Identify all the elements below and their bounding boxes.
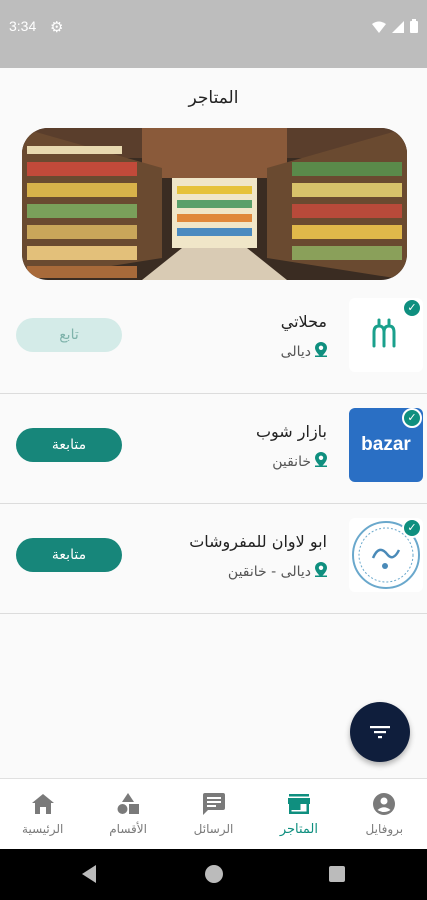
store-location-label: خانقين: [272, 453, 311, 470]
store-icon: [287, 792, 311, 816]
nav-item-label: المتاجر: [279, 821, 319, 837]
wifi-icon: [372, 18, 386, 37]
follow-button[interactable]: تابع: [16, 318, 122, 352]
store-location: ديالى: [281, 342, 327, 361]
filter-icon: [370, 726, 390, 739]
nav-item-categories[interactable]: الأقسام: [85, 779, 170, 849]
store-name[interactable]: ابو لاوان للمفروشات: [189, 532, 327, 551]
status-time: 3:34: [9, 18, 37, 34]
nav-item-stores[interactable]: المتاجر: [256, 779, 341, 849]
location-pin-icon: [315, 562, 327, 581]
cellular-icon: [392, 18, 404, 37]
verified-check-icon: ✓: [402, 298, 422, 318]
profile-icon: [372, 792, 396, 816]
store-row[interactable]: ✓ محلاتي ديالى تابع: [0, 284, 427, 394]
nav-item-label: الرئيسية: [22, 822, 64, 836]
verified-check-icon: ✓: [402, 408, 422, 428]
nav-item-label: الأقسام: [109, 822, 147, 836]
nav-item-label: بروفايل: [365, 822, 404, 836]
status-bar: 3:34 ⚙: [0, 0, 427, 68]
nav-item-label: الرسائل: [193, 822, 234, 836]
store-name[interactable]: محلاتي: [281, 312, 327, 331]
page-title: المتاجر: [188, 88, 239, 108]
back-icon[interactable]: [82, 865, 96, 883]
store-row[interactable]: bazar ✓ بازار شوب خانقين متابعة: [0, 394, 427, 504]
store-name[interactable]: بازار شوب: [256, 422, 327, 441]
home-icon: [31, 792, 55, 816]
store-location: ديالى - خانقين: [228, 562, 327, 581]
follow-button[interactable]: متابعة: [16, 538, 122, 572]
nav-item-profile[interactable]: بروفايل: [342, 779, 427, 849]
nav-item-home[interactable]: الرئيسية: [0, 779, 85, 849]
nav-item-messages[interactable]: الرسائل: [171, 779, 256, 849]
settings-gear-icon: ⚙: [50, 18, 64, 36]
store-row[interactable]: ✓ ابو لاوان للمفروشات ديالى - خانقين متا…: [0, 504, 427, 614]
follow-button[interactable]: متابعة: [16, 428, 122, 462]
verified-check-icon: ✓: [402, 518, 422, 538]
recent-apps-icon[interactable]: [329, 866, 345, 882]
system-nav-bar: [0, 849, 427, 900]
battery-icon: [410, 18, 418, 37]
bottom-nav: الرئيسية الأقسام الرسائل المتاجر بروفايل: [0, 778, 427, 849]
banner-image: [22, 128, 407, 280]
chat-icon: [202, 792, 226, 816]
home-circle-icon[interactable]: [205, 865, 223, 883]
location-pin-icon: [315, 452, 327, 471]
filter-button[interactable]: [350, 702, 410, 762]
store-location-label: ديالى - خانقين: [227, 563, 311, 580]
location-pin-icon: [315, 342, 327, 361]
store-location: خانقين: [272, 452, 327, 471]
store-location-label: ديالى: [280, 343, 311, 360]
store-logo-text: bazar: [361, 434, 411, 455]
categories-icon: [116, 792, 140, 816]
status-icons: [372, 18, 418, 37]
